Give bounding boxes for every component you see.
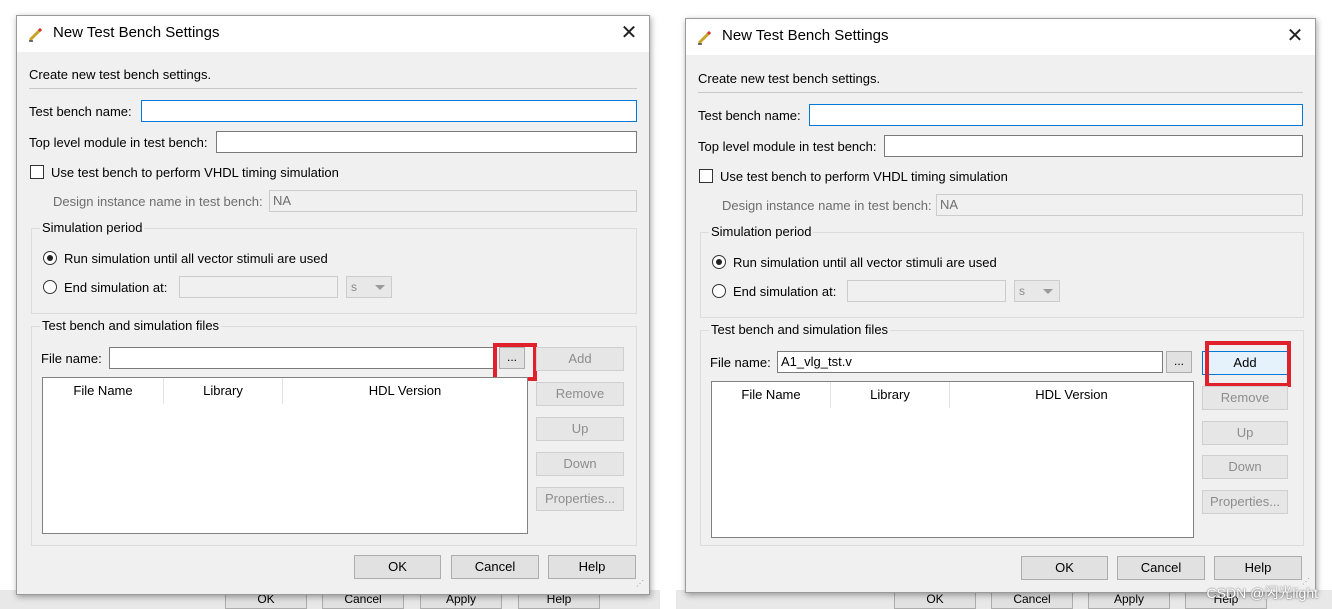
top-level-module-label: Top level module in test bench: [698,139,877,154]
remove-button[interactable]: Remove [536,382,624,406]
simulation-period-title: Simulation period [709,224,814,239]
close-icon[interactable]: ✕ [617,22,641,46]
dialog-description: Create new test bench settings. [698,71,881,86]
browse-button[interactable]: ... [1166,351,1192,373]
end-simulation-at-radio[interactable] [43,280,57,294]
dialog-description: Create new test bench settings. [29,67,212,82]
remove-button[interactable]: Remove [1202,386,1288,410]
down-button[interactable]: Down [1202,455,1288,479]
help-button[interactable]: Help [1214,556,1302,580]
end-simulation-at-radio[interactable] [712,284,726,298]
design-instance-input: NA [269,190,637,212]
watermark: CSDN @闪光light [1206,585,1318,601]
divider [29,88,637,89]
up-button[interactable]: Up [536,417,624,441]
column-header-file-name[interactable]: File Name [43,378,164,404]
pencil-icon [697,30,712,45]
dialog-title: New Test Bench Settings [53,24,220,41]
run-until-stimuli-label[interactable]: Run simulation until all vector stimuli … [64,251,328,266]
chevron-down-icon [375,285,385,290]
run-until-stimuli-radio[interactable] [712,255,726,269]
column-header-library[interactable]: Library [831,382,950,408]
add-button-highlight [1205,341,1291,387]
vhdl-timing-checkbox[interactable] [30,165,44,179]
left-screenshot-panel: OK Cancel Apply Help New Test Bench Sett… [0,0,660,609]
chevron-down-icon [1043,289,1053,294]
file-name-input[interactable]: A1_vlg_tst.v [777,351,1163,373]
simulation-period-group: Simulation period [700,224,1304,318]
dialog-titlebar: New Test Bench Settings ✕ [17,16,649,52]
cancel-button[interactable]: Cancel [451,555,539,579]
test-bench-files-title: Test bench and simulation files [40,318,222,333]
vhdl-timing-checkbox-label[interactable]: Use test bench to perform VHDL timing si… [720,169,1008,184]
pencil-icon [28,27,43,42]
simulation-period-title: Simulation period [40,220,145,235]
add-button[interactable]: Add [536,347,624,371]
column-header-hdl-version[interactable]: HDL Version [950,382,1193,408]
new-test-bench-dialog: New Test Bench Settings ✕ Create new tes… [16,15,650,595]
design-instance-input: NA [936,194,1303,216]
top-level-module-input[interactable] [216,131,637,153]
time-unit-value: s [351,280,357,294]
file-name-label: File name: [710,355,771,370]
test-bench-name-input[interactable] [809,104,1303,126]
divider [698,92,1303,93]
file-name-input[interactable] [109,347,496,369]
resize-grip-icon[interactable]: ⋰ [636,580,646,591]
time-unit-select: s [346,276,392,298]
new-test-bench-dialog: New Test Bench Settings ✕ Create new tes… [685,18,1316,593]
properties-button[interactable]: Properties... [1202,490,1288,514]
vhdl-timing-checkbox-label[interactable]: Use test bench to perform VHDL timing si… [51,165,339,180]
browse-button-highlight [493,343,537,381]
ok-button[interactable]: OK [1021,556,1108,580]
test-bench-name-label: Test bench name: [698,108,801,123]
files-table[interactable]: File Name Library HDL Version [711,381,1194,538]
time-unit-value: s [1019,284,1025,298]
down-button[interactable]: Down [536,452,624,476]
design-instance-label: Design instance name in test bench: [722,198,932,213]
test-bench-name-label: Test bench name: [29,104,132,119]
properties-button[interactable]: Properties... [536,487,624,511]
top-level-module-input[interactable] [884,135,1303,157]
test-bench-name-input[interactable] [141,100,637,122]
run-until-stimuli-radio[interactable] [43,251,57,265]
file-name-label: File name: [41,351,102,366]
end-simulation-time-input [179,276,338,298]
design-instance-label: Design instance name in test bench: [53,194,263,209]
ok-button[interactable]: OK [354,555,441,579]
help-button[interactable]: Help [548,555,636,579]
dialog-titlebar: New Test Bench Settings ✕ [686,19,1315,55]
test-bench-files-title: Test bench and simulation files [709,322,891,337]
simulation-period-group: Simulation period [31,220,637,314]
close-icon[interactable]: ✕ [1283,25,1307,49]
cancel-button[interactable]: Cancel [1117,556,1205,580]
vhdl-timing-checkbox[interactable] [699,169,713,183]
column-header-library[interactable]: Library [164,378,283,404]
column-header-hdl-version[interactable]: HDL Version [283,378,527,404]
up-button[interactable]: Up [1202,421,1288,445]
column-header-file-name[interactable]: File Name [712,382,831,408]
right-screenshot-panel: OK Cancel Apply Help New Test Bench Sett… [676,0,1332,609]
end-simulation-at-label[interactable]: End simulation at: [733,284,836,299]
run-until-stimuli-label[interactable]: Run simulation until all vector stimuli … [733,255,997,270]
top-level-module-label: Top level module in test bench: [29,135,208,150]
time-unit-select: s [1014,280,1060,302]
files-table[interactable]: File Name Library HDL Version [42,377,528,534]
dialog-title: New Test Bench Settings [722,27,889,44]
end-simulation-time-input [847,280,1006,302]
end-simulation-at-label[interactable]: End simulation at: [64,280,167,295]
